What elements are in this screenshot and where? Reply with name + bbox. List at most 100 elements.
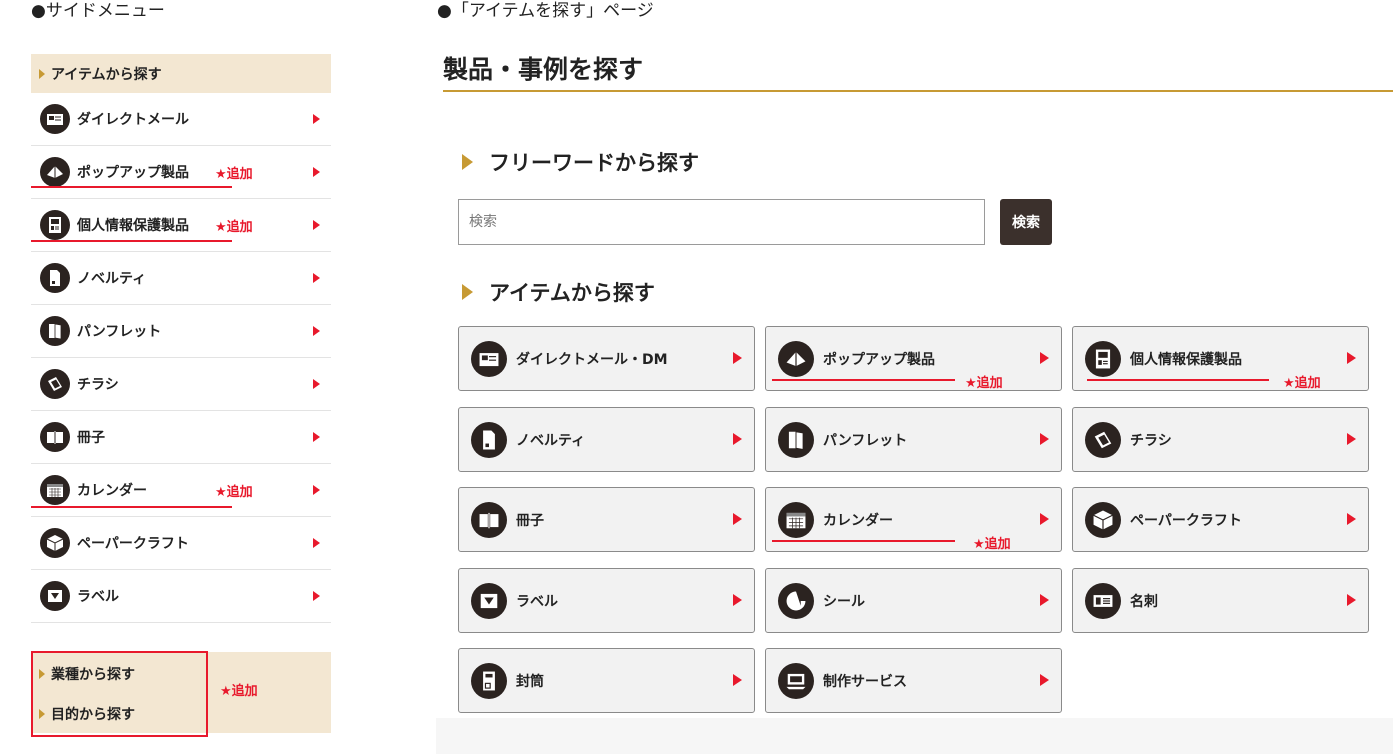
highlight-box (31, 651, 208, 737)
page-title: 製品・事例を探す (443, 55, 644, 84)
item-card-pamphlet[interactable]: パンフレット (765, 407, 1062, 472)
title-divider (443, 90, 1393, 92)
side-item-label: カレンダー (77, 483, 147, 499)
item-card-label: ペーパークラフト (1130, 512, 1242, 529)
chevron-right-icon (313, 538, 320, 548)
side-item-papercraft[interactable]: ペーパークラフト (31, 517, 331, 570)
highlight-underline (31, 506, 232, 508)
item-card-booklet[interactable]: 冊子 (458, 487, 755, 552)
page-section-label: ●「アイテムを探す」ページ (437, 1, 654, 21)
item-heading-label: アイテムから探す (489, 281, 655, 305)
chevron-right-icon (1347, 433, 1356, 445)
side-menu-section-label: ●サイドメニュー (31, 1, 165, 21)
chevron-right-icon (733, 674, 742, 686)
side-item-pamphlet[interactable]: パンフレット (31, 305, 331, 358)
search-input[interactable] (458, 199, 985, 245)
item-card-label: ダイレクトメール・DM (516, 351, 668, 368)
side-item-flyer[interactable]: チラシ (31, 358, 331, 411)
added-badge: ★追加 (1283, 376, 1321, 391)
item-card-flyer[interactable]: チラシ (1072, 407, 1369, 472)
popup-icon (40, 157, 70, 187)
search-button[interactable]: 検索 (1000, 199, 1052, 245)
pamphlet-icon (40, 316, 70, 346)
side-item-label-product[interactable]: ラベル (31, 570, 331, 623)
item-card-calendar[interactable]: カレンダー (765, 487, 1062, 552)
direct-mail-icon (40, 104, 70, 134)
item-card-label: ポップアップ製品 (823, 351, 935, 368)
side-item-label: 冊子 (77, 430, 105, 446)
item-card-label: 個人情報保護製品 (1130, 351, 1242, 368)
chevron-right-icon (313, 432, 320, 442)
side-item-label: ポップアップ製品 (77, 165, 189, 181)
item-card-label-product[interactable]: ラベル (458, 568, 755, 633)
item-card-label: シール (823, 593, 865, 610)
envelope-icon (471, 662, 507, 699)
chevron-right-icon (1347, 352, 1356, 364)
chevron-right-icon (313, 591, 320, 601)
chevron-right-icon (313, 379, 320, 389)
flyer-icon (1085, 421, 1121, 458)
side-menu-list: ダイレクトメール ポップアップ製品 ★追加 個人情報保護製品 ★追加 ノベルティ… (31, 93, 331, 623)
item-card-envelope[interactable]: 封筒 (458, 648, 755, 713)
chevron-right-icon (733, 352, 742, 364)
side-menu-heading-label: アイテムから探す (51, 66, 162, 83)
chevron-right-icon (1040, 513, 1049, 525)
chevron-right-icon (733, 513, 742, 525)
item-card-business-card[interactable]: 名刺 (1072, 568, 1369, 633)
item-card-label: チラシ (1130, 432, 1172, 449)
side-item-popup[interactable]: ポップアップ製品 ★追加 (31, 146, 331, 199)
highlight-underline (31, 240, 232, 242)
side-item-privacy[interactable]: 個人情報保護製品 ★追加 (31, 199, 331, 252)
item-heading: アイテムから探す (462, 277, 655, 307)
chevron-right-icon (1040, 433, 1049, 445)
added-badge: ★追加 (215, 484, 253, 500)
side-item-label: 個人情報保護製品 (77, 218, 189, 234)
chevron-right-icon (1347, 513, 1356, 525)
chevron-right-icon (733, 594, 742, 606)
chevron-right-icon (1040, 352, 1049, 364)
sticker-icon (778, 582, 814, 619)
label-icon (471, 582, 507, 619)
chevron-right-icon (313, 485, 320, 495)
item-card-sticker[interactable]: シール (765, 568, 1062, 633)
item-card-papercraft[interactable]: ペーパークラフト (1072, 487, 1369, 552)
item-card-label: ラベル (516, 593, 558, 610)
calendar-icon (40, 475, 70, 505)
popup-icon (778, 340, 814, 377)
business-card-icon (1085, 582, 1121, 619)
side-item-direct-mail[interactable]: ダイレクトメール (31, 93, 331, 146)
item-card-label: パンフレット (823, 432, 908, 449)
highlight-underline (772, 379, 955, 381)
side-item-booklet[interactable]: 冊子 (31, 411, 331, 464)
side-item-label: ラベル (77, 589, 119, 605)
item-card-novelty[interactable]: ノベルティ (458, 407, 755, 472)
item-card-privacy[interactable]: 個人情報保護製品 (1072, 326, 1369, 391)
item-card-label: 制作サービス (823, 673, 907, 690)
chevron-right-icon (313, 114, 320, 124)
label-icon (40, 581, 70, 611)
item-card-production-service[interactable]: 制作サービス (765, 648, 1062, 713)
added-badge: ★追加 (215, 166, 253, 182)
item-card-label: カレンダー (823, 512, 893, 529)
side-item-novelty[interactable]: ノベルティ (31, 252, 331, 305)
added-badge: ★追加 (965, 376, 1003, 391)
freeword-heading: フリーワードから探す (462, 147, 699, 177)
highlight-underline (772, 540, 955, 542)
triangle-bullet-icon (462, 284, 473, 300)
side-item-label: チラシ (77, 377, 119, 393)
papercraft-icon (1085, 501, 1121, 538)
added-badge: ★追加 (973, 537, 1011, 552)
chevron-right-icon (313, 273, 320, 283)
side-item-calendar[interactable]: カレンダー ★追加 (31, 464, 331, 517)
booklet-icon (471, 501, 507, 538)
item-card-label: ノベルティ (516, 432, 586, 449)
item-card-direct-mail[interactable]: ダイレクトメール・DM (458, 326, 755, 391)
item-card-popup[interactable]: ポップアップ製品 (765, 326, 1062, 391)
highlight-underline (1087, 379, 1269, 381)
side-item-label: ダイレクトメール (77, 112, 189, 128)
triangle-bullet-icon (462, 154, 473, 170)
side-menu-heading[interactable]: アイテムから探す (31, 54, 331, 93)
item-card-label: 冊子 (516, 512, 544, 529)
papercraft-icon (40, 528, 70, 558)
direct-mail-icon (471, 340, 507, 377)
